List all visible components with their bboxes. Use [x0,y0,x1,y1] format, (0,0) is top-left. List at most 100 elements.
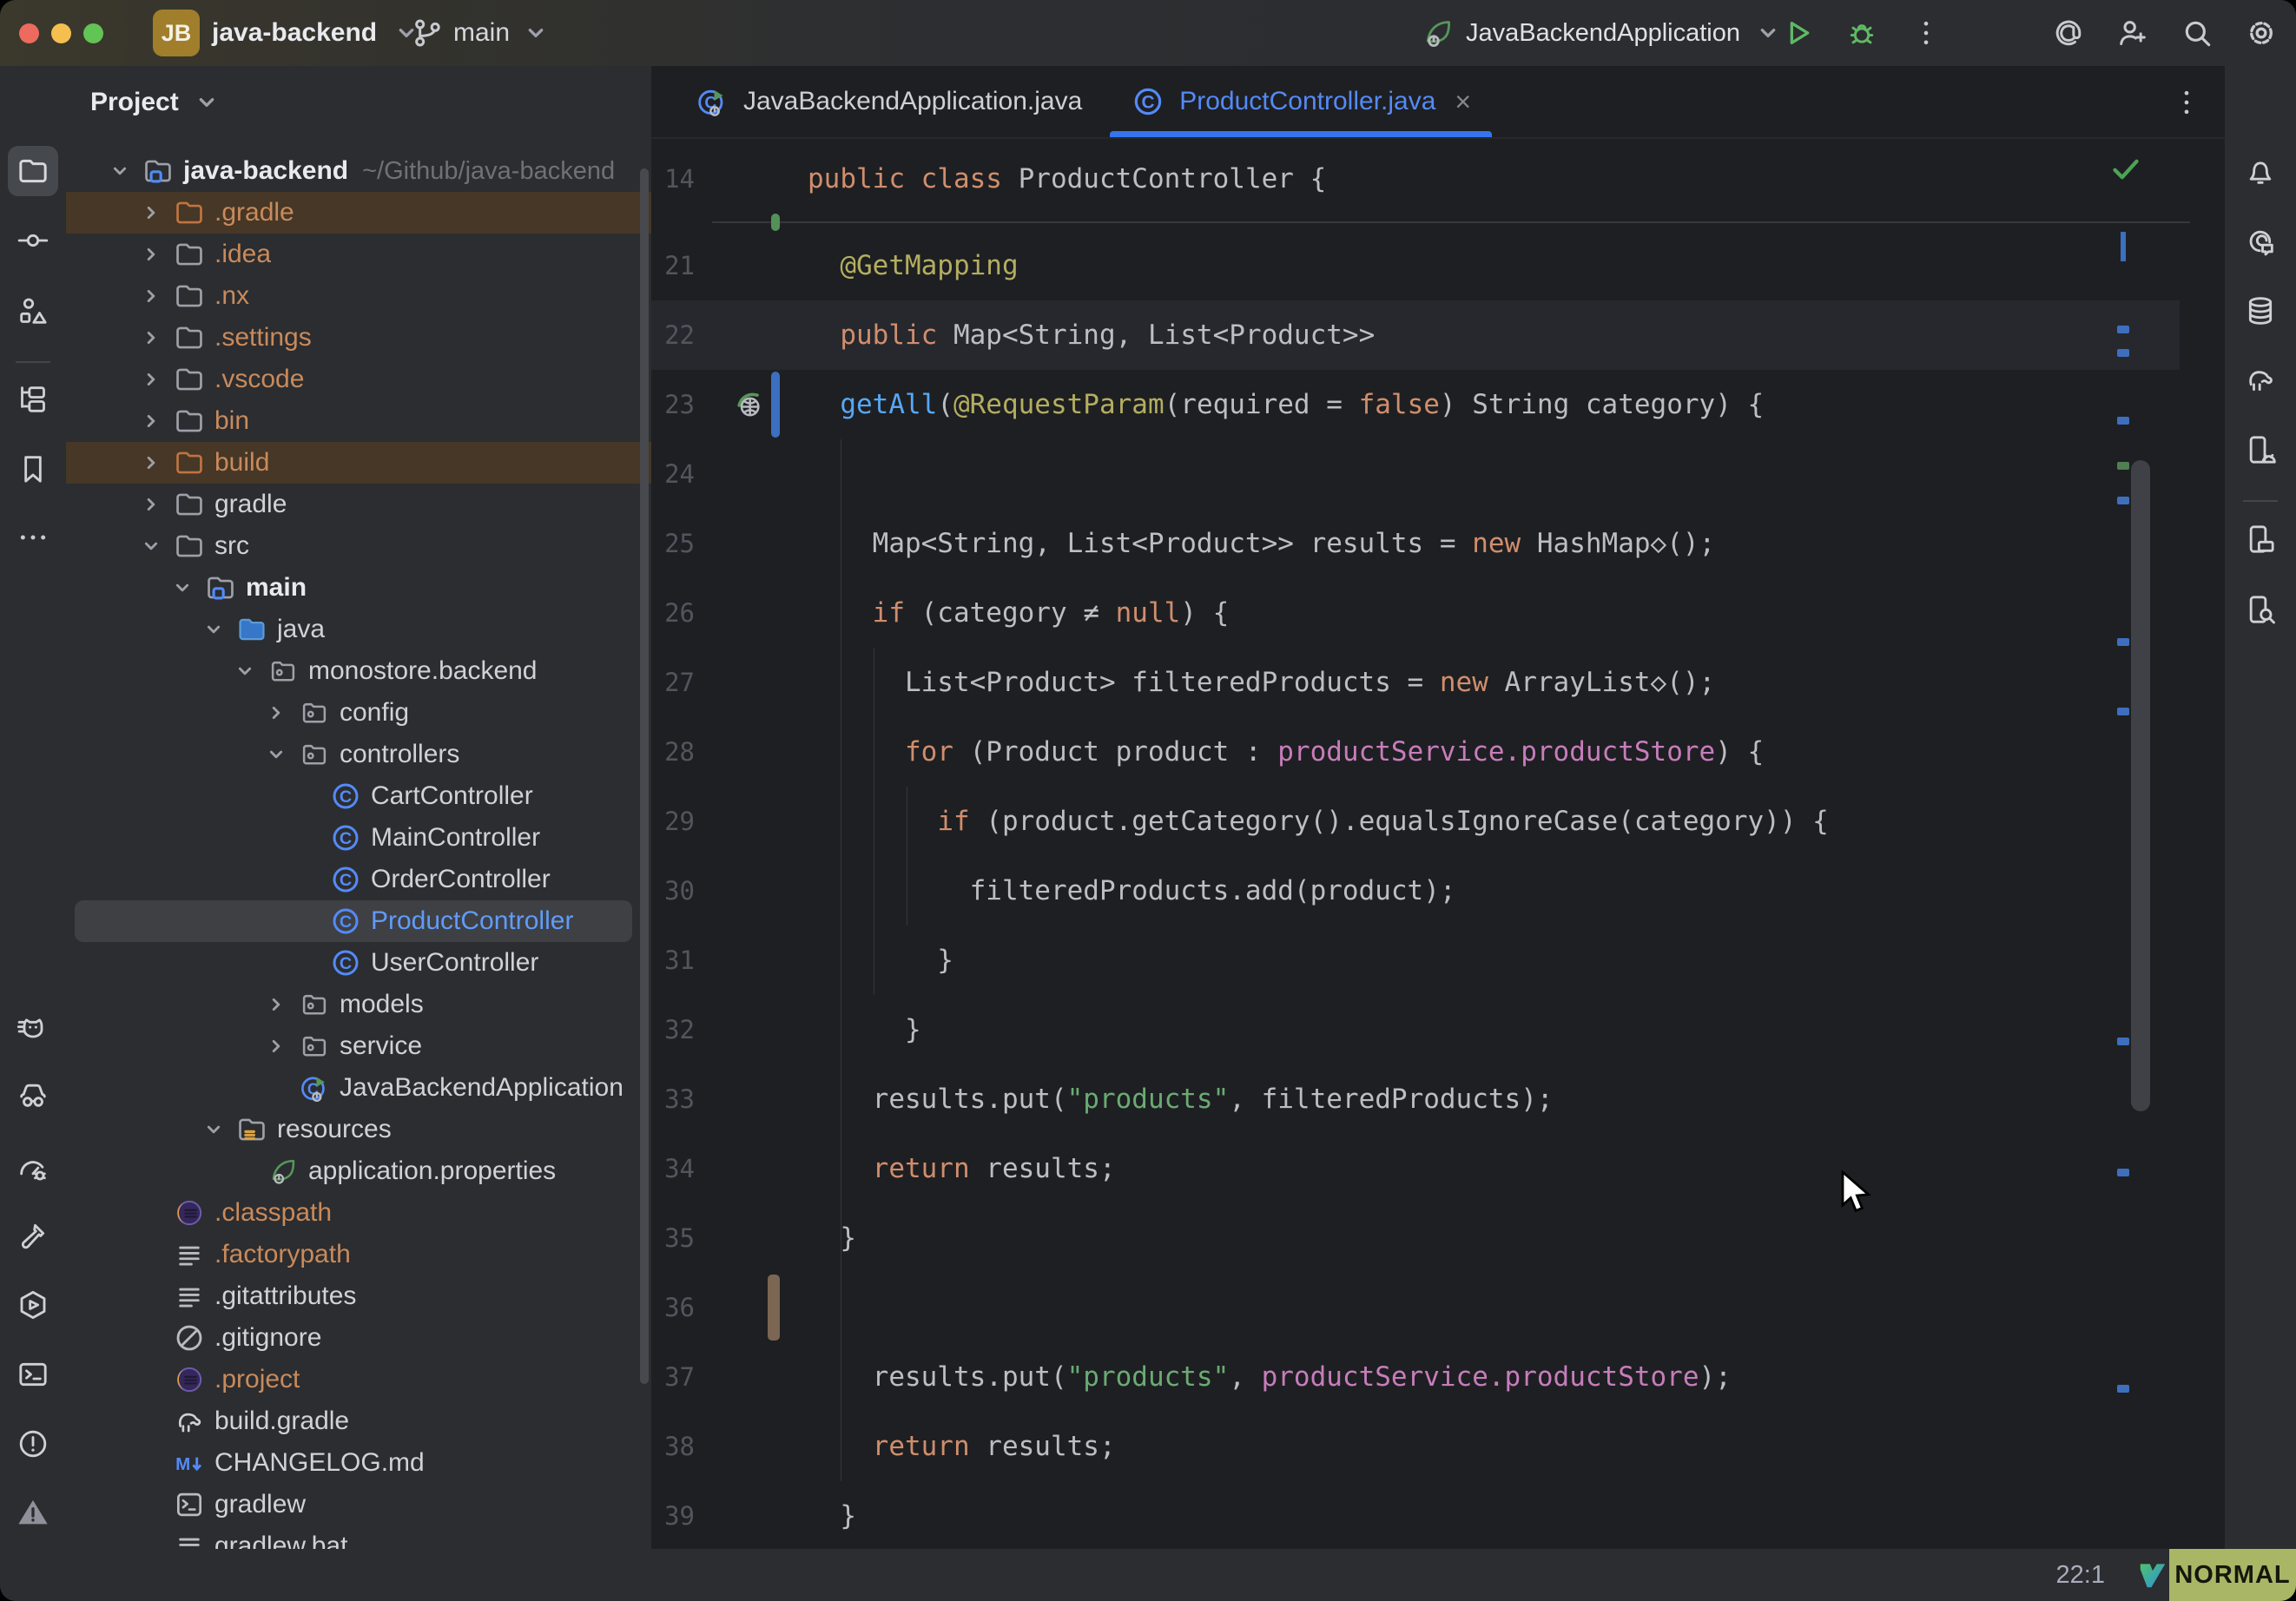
chevron-down-icon[interactable] [105,156,135,186]
tree-item-javabackendapplication[interactable]: CJavaBackendApplication [66,1067,651,1109]
tool-build-hammer-button[interactable] [8,1210,58,1261]
run-play-button[interactable] [1778,14,1817,52]
code-line-31[interactable]: 31 } [651,926,2180,995]
tree-item-resources[interactable]: resources [66,1109,651,1150]
code-line-14[interactable]: 14public class ProductController { [651,144,2180,214]
tool-problems-button[interactable] [8,1419,58,1469]
chevron-down-icon[interactable] [230,656,260,686]
tree-item-service[interactable]: service [66,1025,651,1067]
error-stripe-mark[interactable] [2117,638,2129,646]
tree-item-config[interactable]: config [66,692,651,734]
tree-item--project[interactable]: .project [66,1359,651,1400]
zoom-window-button[interactable] [83,23,103,43]
tree-item-monostore-backend[interactable]: monostore.backend [66,650,651,692]
run-configuration-widget[interactable]: JavaBackendApplication [1421,9,1785,57]
tree-item-cartcontroller[interactable]: CCartController [66,775,651,817]
code-line-36[interactable]: 36 [651,1273,2180,1342]
tree-item-bin[interactable]: bin [66,400,651,442]
tree-item-gradlew[interactable]: gradlew [66,1484,651,1525]
chevron-right-icon[interactable] [261,1031,291,1061]
code-line-26[interactable]: 26 if (category ≠ null) { [651,578,2180,648]
project-tree-scrollbar[interactable] [640,168,649,1384]
tree-item-main[interactable]: main [66,567,651,609]
tree-item-usercontroller[interactable]: CUserController [66,942,651,984]
chevron-right-icon[interactable] [136,365,166,394]
tool-flat-hierarchy-button[interactable] [8,374,58,425]
tool-gradle-elephant-button[interactable] [2235,354,2286,405]
tree-item-gradlew-bat[interactable]: gradlew.bat [66,1525,651,1549]
project-panel-header[interactable]: Project [90,85,224,120]
tree-item-controllers[interactable]: controllers [66,734,651,775]
tool-incognito-button[interactable] [8,1070,58,1120]
chevron-down-icon[interactable] [199,1115,228,1144]
code-line-23[interactable]: 23 getAll(@RequestParam(required = false… [651,370,2180,439]
code-line-37[interactable]: 37 results.put("products", productServic… [651,1342,2180,1412]
error-stripe-mark[interactable] [2117,417,2129,425]
at-spiral-button[interactable] [2049,14,2088,52]
project-widget[interactable]: JB java-backend [153,9,424,57]
error-stripe-mark[interactable] [2117,462,2129,470]
kebab-button[interactable] [1907,14,1945,52]
error-stripe-mark[interactable] [2117,1169,2129,1176]
tool-more-button[interactable] [8,512,58,563]
folded-region[interactable] [651,214,2225,231]
debug-bug-button[interactable] [1843,14,1881,52]
settings-gear-button[interactable] [2242,14,2280,52]
code-line-39[interactable]: 39 } [651,1481,2180,1551]
error-stripe-mark[interactable] [2117,1038,2129,1045]
error-stripe-mark[interactable] [2117,1385,2129,1393]
tool-commit-button[interactable] [8,215,58,266]
tab-options-kebab-icon[interactable] [2167,83,2206,122]
tree-item-application-properties[interactable]: application.properties [66,1150,651,1192]
code-line-35[interactable]: 35 } [651,1203,2180,1273]
tree-item-productcontroller[interactable]: CProductController [66,900,651,942]
tree-item--gitignore[interactable]: .gitignore [66,1317,651,1359]
code-line-21[interactable]: 21 @GetMapping [651,231,2180,300]
chevron-right-icon[interactable] [136,490,166,519]
inspections-ok-icon[interactable] [2108,152,2143,187]
minimize-window-button[interactable] [51,23,71,43]
error-stripe-mark[interactable] [2117,497,2129,504]
chevron-down-icon[interactable] [136,531,166,561]
code-editor[interactable]: 14public class ProductController { 21 @Ge… [651,144,2225,1549]
tree-item--idea[interactable]: .idea [66,234,651,275]
ideavim-icon[interactable] [2136,1558,2169,1591]
branch-widget[interactable]: main [410,9,553,57]
chevron-right-icon[interactable] [136,198,166,227]
tool-services-button[interactable] [8,1280,58,1330]
chevron-right-icon[interactable] [136,323,166,352]
chevron-right-icon[interactable] [136,281,166,311]
tree-item-gradle[interactable]: gradle [66,484,651,525]
tree-item-src[interactable]: src [66,525,651,567]
tool-notifications-bell-button[interactable] [2235,146,2286,196]
error-stripe-mark[interactable] [2117,349,2129,357]
tree-item-build-gradle[interactable]: build.gradle [66,1400,651,1442]
tool-structure-button[interactable] [8,286,58,336]
tree-item-build[interactable]: build [66,442,651,484]
search-button[interactable] [2178,14,2216,52]
tree-item-changelog-md[interactable]: MCHANGELOG.md [66,1442,651,1484]
close-tab-icon[interactable]: × [1455,86,1471,118]
caret-position[interactable]: 22:1 [2056,1561,2105,1590]
error-stripe-mark[interactable] [2117,708,2129,715]
tree-item-maincontroller[interactable]: CMainController [66,817,651,859]
tool-ai-assistant-button[interactable] [2235,216,2286,267]
tree-item--gradle[interactable]: .gradle [66,192,651,234]
code-line-25[interactable]: 25 Map<String, List<Product>> results = … [651,509,2180,578]
tool-device-explorer-button[interactable] [2235,514,2286,564]
tree-item--vscode[interactable]: .vscode [66,359,651,400]
tool-device-search-button[interactable] [2235,584,2286,635]
tree-item-models[interactable]: models [66,984,651,1025]
code-line-38[interactable]: 38 return results; [651,1412,2180,1481]
tree-item-java-backend[interactable]: java-backend~/Github/java-backend [66,150,651,192]
code-line-32[interactable]: 32 } [651,995,2180,1064]
chevron-right-icon[interactable] [261,990,291,1019]
code-line-29[interactable]: 29 if (product.getCategory().equalsIgnor… [651,787,2180,856]
editor-tab-productcontroller-java[interactable]: CProductController.java× [1106,66,1495,137]
code-line-24[interactable]: 24 [651,439,2180,509]
error-stripe-mark[interactable] [2117,326,2129,333]
tool-terminal-button[interactable] [8,1349,58,1400]
chevron-down-icon[interactable] [261,740,291,769]
code-line-33[interactable]: 33 results.put("products", filteredProdu… [651,1064,2180,1134]
tree-item--nx[interactable]: .nx [66,275,651,317]
